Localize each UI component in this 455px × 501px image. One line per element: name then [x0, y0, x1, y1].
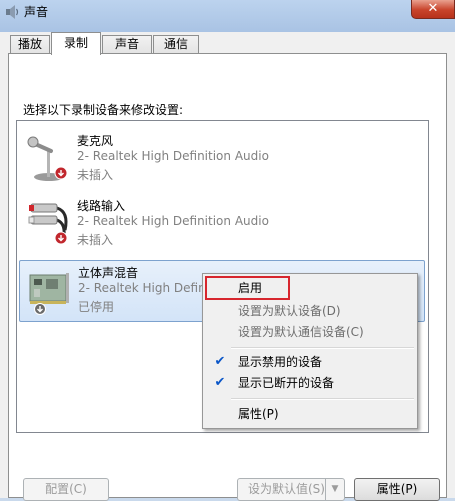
menu-item-label: 属性(P): [238, 407, 279, 421]
tab-recording[interactable]: 录制: [51, 32, 101, 55]
device-status: 未插入: [77, 168, 114, 182]
device-name: 麦克风: [77, 134, 114, 148]
menu-item-label: 显示禁用的设备: [238, 355, 323, 369]
menu-item-show-disconnected[interactable]: ✔ 显示已断开的设备: [205, 372, 415, 394]
tab-playback[interactable]: 播放: [10, 35, 50, 54]
line-in-rca-icon: [28, 203, 68, 245]
device-status: 未插入: [77, 233, 114, 247]
menu-item-label: 设置为默认设备(D): [238, 304, 341, 318]
menu-item-set-default-comm[interactable]: 设置为默认通信设备(C): [205, 321, 415, 343]
tab-sounds[interactable]: 声音: [102, 35, 152, 54]
close-button[interactable]: ✕: [411, 0, 455, 19]
check-icon: ✔: [214, 375, 226, 390]
menu-separator: [231, 398, 414, 400]
device-description: 2- Realtek High Definition Audio: [77, 149, 269, 163]
device-item-line-in[interactable]: 线路输入 2- Realtek High Definition Audio 未插…: [19, 194, 425, 256]
device-status: 已停用: [78, 300, 115, 314]
sound-card-icon: [29, 273, 69, 315]
window-title: 声音: [24, 5, 49, 19]
menu-item-properties[interactable]: 属性(P): [205, 403, 415, 425]
check-icon: ✔: [214, 354, 226, 369]
annotation-highlight-box: [205, 276, 290, 300]
device-item-microphone[interactable]: 麦克风 2- Realtek High Definition Audio 未插入: [19, 129, 425, 191]
menu-item-label: 设置为默认通信设备(C): [238, 325, 364, 339]
device-description: 2- Realtek High Definition Audio: [77, 214, 269, 228]
tab-communications[interactable]: 通信: [153, 35, 199, 54]
title-bar: 声音 ✕: [0, 0, 455, 32]
device-name: 线路输入: [77, 199, 126, 213]
microphone-icon: [27, 136, 68, 181]
menu-item-set-default[interactable]: 设置为默认设备(D): [205, 300, 415, 322]
chevron-down-icon[interactable]: ▼: [325, 479, 344, 500]
menu-item-show-disabled[interactable]: ✔ 显示禁用的设备: [205, 351, 415, 373]
set-default-label: 设为默认值(S): [248, 482, 325, 496]
speaker-icon: [6, 5, 19, 19]
instruction-text: 选择以下录制设备来修改设置:: [23, 103, 184, 117]
menu-separator: [231, 347, 414, 349]
menu-item-label: 显示已断开的设备: [238, 376, 335, 390]
device-name: 立体声混音: [78, 266, 139, 280]
close-icon: ✕: [427, 1, 439, 16]
